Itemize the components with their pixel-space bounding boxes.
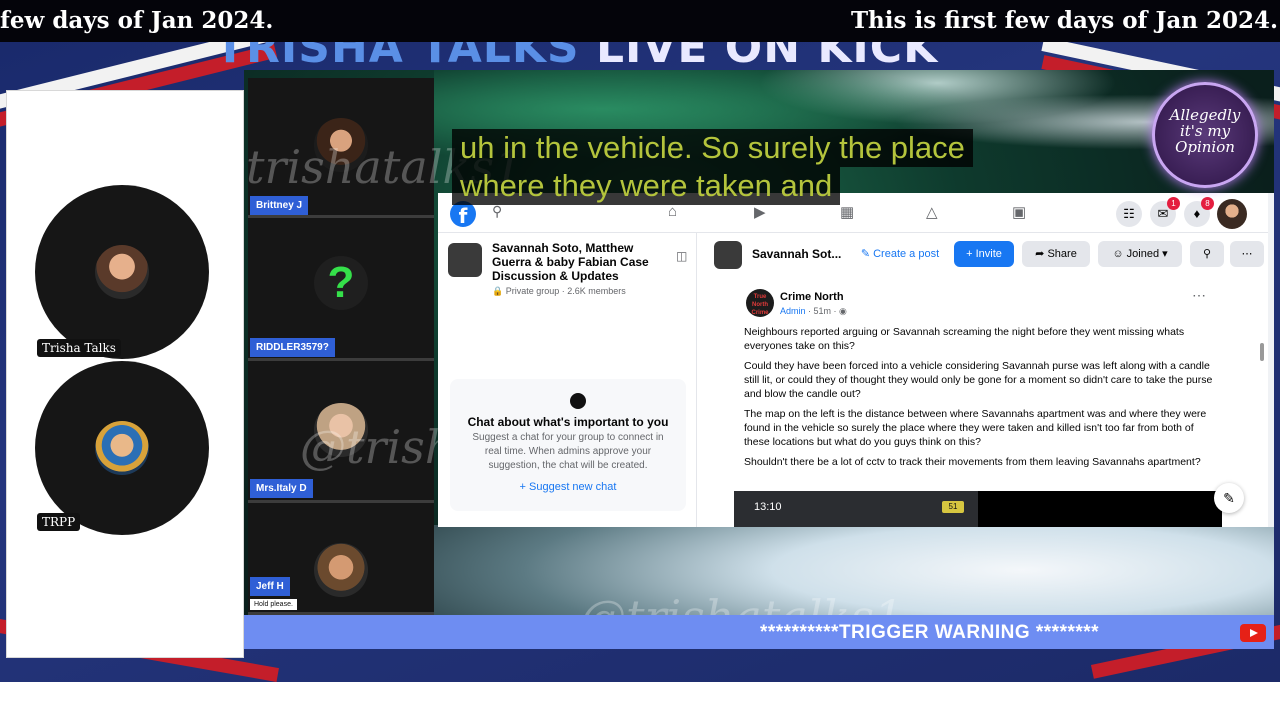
marketplace-icon[interactable]: ▦: [840, 203, 854, 221]
group-name[interactable]: Savannah Soto, Matthew Guerra & baby Fab…: [492, 241, 662, 283]
edit-icon: ✎: [860, 248, 871, 260]
battery-icon: 51: [942, 501, 964, 513]
people-icon: ☺: [1112, 248, 1124, 260]
share-label: Share: [1047, 248, 1077, 260]
lock-icon: 🔒: [492, 286, 504, 296]
caption-line-2: where they were taken and: [452, 167, 841, 205]
profile-avatar[interactable]: [1217, 199, 1247, 229]
globe-icon: ◉: [839, 306, 847, 316]
post-body: Neighbours reported arguing or Savannah …: [744, 325, 1214, 475]
new-message-icon[interactable]: ✎: [1214, 483, 1244, 513]
group-post: True North Crime Crime North Admin · 51m…: [734, 281, 1222, 527]
marquee-left-text: few days of Jan 2024.: [0, 7, 274, 34]
question-mark-icon: ?: [314, 256, 368, 310]
post-paragraph: Neighbours reported arguing or Savannah …: [744, 326, 1185, 352]
youtube-icon: [1240, 624, 1266, 642]
group-search-button[interactable]: ⚲: [1190, 241, 1224, 267]
group-title-truncated[interactable]: Savannah Sot...: [752, 247, 841, 261]
scrollbar-track[interactable]: [1268, 193, 1274, 527]
chat-suggestion-card: Chat about what's important to you Sugge…: [450, 379, 686, 511]
scrollbar[interactable]: [1260, 343, 1264, 361]
trigger-warning-bar: **********TRIGGER WARNING ********: [244, 615, 1274, 649]
avatar: [314, 543, 368, 597]
video-icon[interactable]: ▶: [754, 203, 766, 221]
menu-grid-icon[interactable]: ☷: [1116, 201, 1142, 227]
joined-label: Joined: [1126, 248, 1160, 260]
phone-time: 13:10: [754, 501, 782, 513]
chevron-down-icon: ▾: [1162, 248, 1168, 260]
marquee-right-text: This is first few days of Jan 2024.: [850, 7, 1278, 34]
share-icon: ➦: [1035, 248, 1045, 260]
post-author-name[interactable]: Crime North: [780, 291, 844, 303]
scrolling-marquee: few days of Jan 2024. This is first few …: [0, 0, 1280, 42]
post-author-role: Admin: [780, 306, 806, 316]
groups-icon[interactable]: ▣: [1012, 203, 1026, 221]
post-paragraph: The map on the left is the distance betw…: [744, 408, 1207, 448]
post-author-avatar[interactable]: True North Crime: [746, 289, 774, 317]
camera-name-label: TRPP: [37, 513, 81, 531]
bell-icon[interactable]: ♦ 8: [1184, 197, 1214, 227]
joined-dropdown[interactable]: ☺ Joined ▾: [1098, 241, 1182, 267]
participant-name: RIDDLER3579?: [250, 338, 335, 357]
group-thumbnail[interactable]: [714, 241, 742, 269]
host-camera-trisha: Trisha Talks: [35, 185, 209, 359]
post-menu-icon[interactable]: ⋯: [1192, 287, 1206, 304]
gaming-icon[interactable]: △: [926, 203, 938, 221]
live-caption: uh in the vehicle. So surely the place w…: [452, 129, 973, 205]
post-paragraph: Could they have been forced into a vehic…: [744, 360, 1213, 400]
group-thumbnail[interactable]: [448, 243, 482, 277]
avatar: [95, 421, 149, 475]
group-meta: 🔒 Private group · 2.6K members: [492, 286, 626, 296]
post-paragraph: Shouldn't there be a lot of cctv to trac…: [744, 456, 1201, 468]
logo-line: it's my: [1179, 122, 1231, 140]
participant-name: Jeff H: [250, 577, 290, 596]
banner-title: TRISHA TALKS LIVE ON KICK: [215, 42, 1095, 72]
notification-badge: 1: [1167, 197, 1180, 210]
host-camera-trpp: TRPP: [35, 361, 209, 535]
participant-name: Brittney J: [250, 196, 309, 215]
post-meta: Admin · 51m · ◉: [780, 306, 847, 316]
caption-line-1: uh in the vehicle. So surely the place: [452, 129, 973, 167]
stream-screenshot: TRISHA TALKS LIVE ON KICK few days of Ja…: [0, 0, 1280, 720]
create-post-button[interactable]: ✎ Create a post: [854, 241, 946, 267]
participant-tile: ? RIDDLER3579?: [248, 218, 434, 361]
post-time[interactable]: 51m: [814, 306, 832, 316]
banner-title-part2: LIVE ON KICK: [595, 42, 939, 72]
messenger-icon[interactable]: ✉ 1: [1150, 197, 1180, 227]
chat-bubble-icon: [570, 393, 586, 409]
participant-status: Hold please.: [250, 599, 297, 610]
chat-card-title: Chat about what's important to you: [467, 415, 669, 429]
avatar: [95, 245, 149, 299]
participant-tile: Jeff H Hold please.: [248, 503, 434, 615]
phone-screenshot: 13:10 51: [734, 491, 978, 527]
create-post-label: Create a post: [873, 248, 940, 260]
chat-card-description: Suggest a chat for your group to connect…: [472, 432, 664, 471]
participant-name: Mrs.Italy D: [250, 479, 313, 498]
column-divider: [696, 233, 697, 527]
trigger-warning-text: **********TRIGGER WARNING ********: [760, 622, 1100, 643]
collapse-sidebar-icon[interactable]: ◫: [676, 249, 687, 263]
group-members: 2.6K members: [567, 286, 626, 296]
post-media[interactable]: 13:10 51: [734, 491, 1222, 527]
logo-line: Allegedly: [1169, 106, 1241, 124]
home-icon[interactable]: ⌂: [668, 203, 677, 220]
suggest-new-chat-button[interactable]: + Suggest new chat: [450, 481, 686, 493]
banner-title-part1: TRISHA TALKS: [215, 42, 580, 72]
share-button[interactable]: ➦ Share: [1022, 241, 1090, 267]
search-icon[interactable]: ⚲: [492, 203, 502, 220]
notification-badge: 8: [1201, 197, 1214, 210]
camera-name-label: Trisha Talks: [37, 339, 121, 357]
invite-button[interactable]: + Invite: [954, 241, 1014, 267]
facebook-group-screenshot: f ⚲ ⌂ ▶ ▦ △ ▣ ☷ ✉ 1 ♦ 8 Savannah Soto, Mat…: [438, 193, 1268, 527]
group-privacy: Private group: [505, 286, 560, 296]
more-options-button[interactable]: ⋯: [1230, 241, 1264, 267]
logo-line: Opinion: [1175, 138, 1235, 156]
allegedly-logo: Allegedly it's my Opinion: [1152, 82, 1258, 188]
group-action-bar: Savannah Sot... ✎ Create a post + Invite…: [708, 237, 1264, 271]
